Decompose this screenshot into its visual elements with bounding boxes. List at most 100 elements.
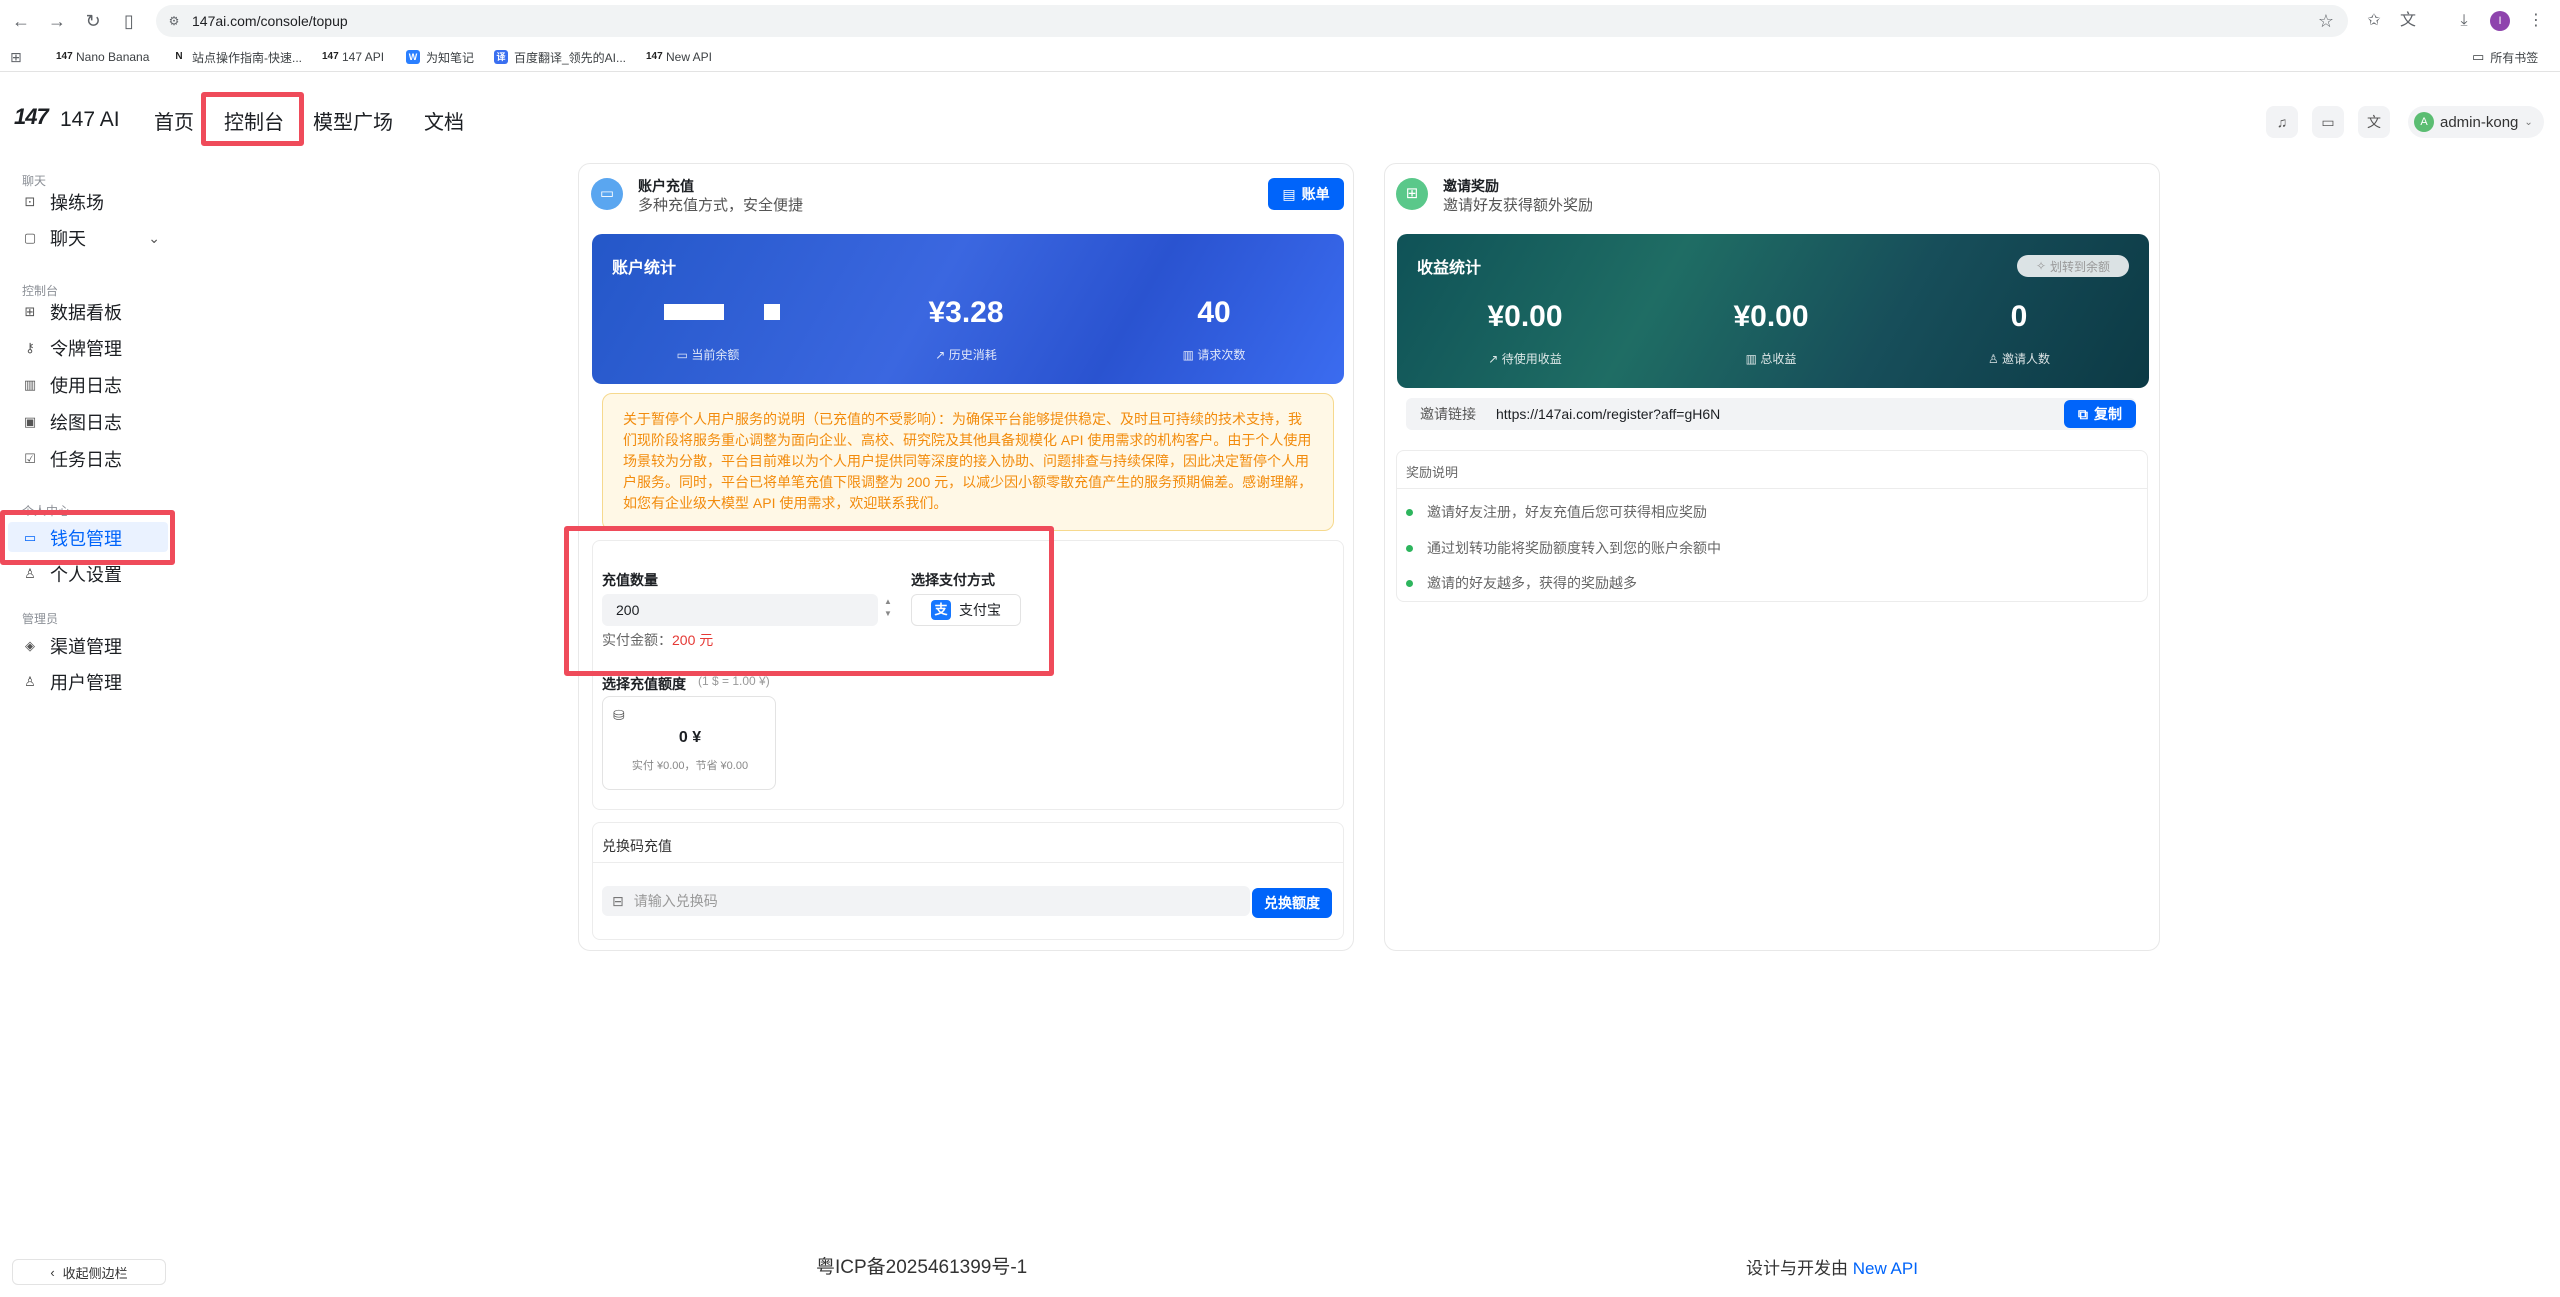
receipt-icon: ▤ [1282,185,1296,202]
invite-title: 邀请奖励 [1443,178,1499,194]
bullet [1406,508,1413,516]
sidebar-item-settings[interactable]: ♙ 个人设置 [22,560,122,588]
redeem-divider [593,862,1343,863]
requests-value: 40 [1197,296,1231,329]
users-icon: ♙ [1987,352,2003,366]
all-bookmarks[interactable]: ▭ 所有书签 [2472,49,2538,65]
logo[interactable]: 147 [14,104,49,130]
image-icon: ▣ [23,414,37,429]
dashboard-icon: ⊞ [24,304,36,319]
bookmark-item[interactable]: 译百度翻译_领先的AI... [494,49,626,65]
extensions-star-icon[interactable]: ✩ [2362,9,2386,33]
new-api-link[interactable]: New API [1853,1259,1918,1278]
gift-icon: ⊟ [612,892,624,909]
download-icon[interactable]: ⤓ [2452,9,2476,33]
nav-model-square[interactable]: 模型广场 [313,106,393,135]
monitor-icon[interactable]: ▭ [2312,106,2344,138]
earnings-title: 收益统计 [1417,260,1482,277]
balance-redacted [664,304,724,320]
preset-option[interactable]: ⛁ 0 ¥ 实付 ¥0.00，节省 ¥0.00 [602,696,776,790]
user-icon: ♙ [24,566,36,581]
requests-label: ▥ 请求次数 [1182,348,1246,362]
nav-home[interactable]: 首页 [154,106,194,135]
bullet [1406,544,1413,552]
user-icon: ♙ [24,674,36,689]
redeem-button[interactable]: 兑换额度 [1252,888,1332,918]
sidebar-item-playground[interactable]: ⊡ 操练场 [22,188,104,216]
reload-icon[interactable]: ↻ [82,10,104,32]
user-menu[interactable]: A admin-kong ⌄ [2408,106,2544,138]
preset-label: 选择充值额度 [602,676,686,692]
sidebar-item-task-log[interactable]: ☑ 任务日志 [22,445,122,473]
collapse-sidebar-button[interactable]: ‹ 收起侧边栏 [12,1259,166,1285]
highlight-box [0,510,175,565]
sidebar-item-tokens[interactable]: ⚷ 令牌管理 [22,334,122,362]
menu-icon[interactable]: ⋮ [2524,9,2548,33]
sidebar-group-admin: 管理员 [22,612,59,626]
key-icon: ⚷ [25,340,35,355]
sidebar-item-chat[interactable]: ▢ 聊天 ⌄ [22,224,160,252]
bookmark-item[interactable]: W 为知笔记 [406,49,474,65]
sidebar-item-drawing-log[interactable]: ▣ 绘图日志 [22,408,122,436]
copy-button[interactable]: ⧉ 复制 [2064,400,2136,428]
redeem-box [592,822,1344,940]
nav-docs[interactable]: 文档 [424,106,464,135]
sidebar-group-console: 控制台 [22,284,59,298]
redeem-title: 兑换码充值 [602,838,672,854]
trend-icon: ↗ [1488,352,1502,366]
coins-icon: ⛁ [613,707,625,723]
bookmark-item[interactable]: 147 Nano Banana [56,49,149,65]
bookmark-item[interactable]: 147 147 API [322,49,384,65]
redeem-input[interactable]: ⊟ 请输入兑换码 [602,886,1250,916]
icp-link[interactable]: 粤ICP备2025461399号-1 [816,1252,1027,1279]
gift-icon: ⊞ [1396,178,1428,210]
wallet-icon: ▭ [676,348,692,362]
layers-icon: ◈ [25,638,35,653]
highlight-box [201,92,304,146]
language-icon[interactable]: 文 [2358,106,2390,138]
app-header: 147 147 AI 首页 控制台 模型广场 文档 ♫ ▭ 文 A admin-… [0,72,2560,166]
bill-button[interactable]: ▤ 账单 [1268,178,1344,210]
preset-detail: 实付 ¥0.00，节省 ¥0.00 [631,760,749,772]
invitees-value: 0 [2010,300,2028,333]
pending-earnings-label: ↗ 待使用收益 [1488,352,1562,366]
credit-card-icon: ▭ [591,178,623,210]
topup-title: 账户充值 [638,178,694,194]
highlight-box [564,526,1054,676]
chevron-left-icon: ‹ [50,1264,55,1280]
sidebar-item-dashboard[interactable]: ⊞ 数据看板 [22,298,122,326]
avatar: A [2414,112,2434,132]
balance-redacted [764,304,780,320]
checklist-icon: ☑ [24,451,36,466]
sidebar-item-channels[interactable]: ◈ 渠道管理 [22,632,122,660]
bar-chart-icon: ▥ [1745,352,1761,366]
sidebar-item-users[interactable]: ♙ 用户管理 [22,668,122,696]
transfer-button[interactable]: ✧ 划转到余额 [2017,255,2129,277]
bell-icon[interactable]: ♫ [2266,106,2298,138]
back-icon[interactable]: ← [10,10,32,32]
apps-grid-icon[interactable]: ⊞ [10,49,22,65]
logo-text[interactable]: 147 AI [60,108,120,132]
profile-avatar[interactable]: I [2490,11,2510,31]
playground-icon: ⊡ [24,194,36,209]
bookmark-item[interactable]: N 站点操作指南-快速... [172,49,302,65]
bookmark-favicon: N [175,51,183,62]
total-earnings-label: ▥ 总收益 [1745,352,1797,366]
bookmark-star-icon[interactable]: ☆ [2318,11,2334,32]
sidebar: 聊天 ⊡ 操练场 ▢ 聊天 ⌄ 控制台 ⊞ 数据看板 ⚷ 令牌管理 ▥ 使用日志 ▣ 绘图日志… [0,166,180,1297]
bookmark-item[interactable]: 147 New API [646,49,712,65]
invite-link-field[interactable]: 邀请链接 https://147ai.com/register?aff=gH6N [1406,398,2136,430]
balance-label: ▭ 当前余额 [676,348,740,362]
url-text: 147ai.com/console/topup [192,13,348,29]
side-panel-icon[interactable]: ▯ [118,10,140,32]
reward-title: 奖励说明 [1406,465,1459,480]
sidebar-item-usage-log[interactable]: ▥ 使用日志 [22,371,122,399]
footer-credit: 设计与开发由 New API [1746,1259,1918,1278]
forward-icon[interactable]: → [46,10,68,32]
address-bar[interactable]: ⚙ 147ai.com/console/topup ☆ [156,5,2348,37]
site-info-icon[interactable]: ⚙ [166,13,182,29]
translate-icon[interactable]: 文 [2396,9,2420,33]
reward-item: 邀请好友注册，好友充值后您可获得相应奖励 [1406,502,1707,522]
pending-earnings-value: ¥0.00 [1487,300,1563,333]
account-stats-panel: 账户统计 ▭ 当前余额 ¥3.28 ↗ 历史消耗 40 ▥ 请求次数 [592,234,1344,384]
